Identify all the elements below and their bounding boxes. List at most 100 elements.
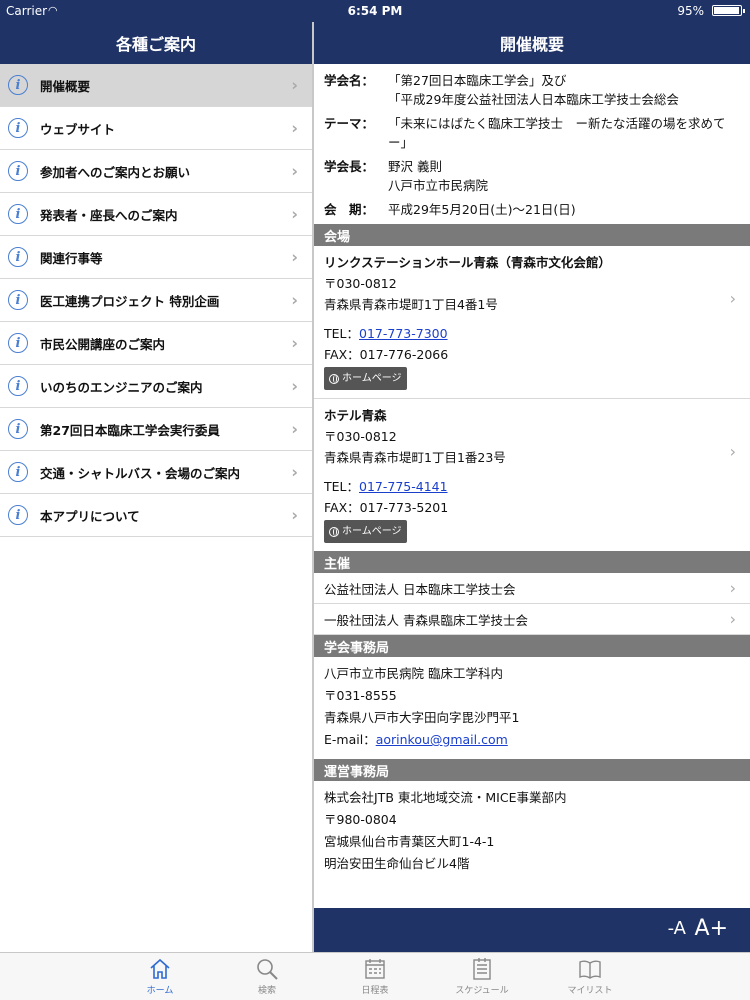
period-row: 会 期： 平成29年5月20日(土)〜21日(日): [324, 200, 740, 219]
society-line-1: 「第27回日本臨床工学会」及び: [388, 73, 567, 88]
venue-item[interactable]: リンクステーションホール青森（青森市文化会館） 〒030-0812 青森県青森市堤町…: [314, 246, 750, 398]
theme-row: テーマ： 「未来にはばたく臨床工学技士 ー新たな活躍の場を求めてー」: [324, 114, 740, 152]
venue-zip: 〒030-0812: [324, 429, 397, 444]
tab-search[interactable]: 検索: [227, 957, 307, 996]
venue-list: リンクステーションホール青森（青森市文化会館） 〒030-0812 青森県青森市堤町…: [314, 246, 750, 551]
homepage-button[interactable]: ホームページ: [324, 520, 407, 543]
host-section-header: 主催: [314, 551, 750, 573]
menu-list: i 開催概要 › i ウェブサイト › i 参加者へのご案内とお願い › i 発表者・座長へのご案内…: [0, 64, 312, 537]
search-icon: [257, 959, 278, 980]
menu-item[interactable]: i 第27回日本臨床工学会実行委員 ›: [0, 408, 312, 451]
info-icon: i: [8, 75, 28, 95]
venue-name: リンクステーションホール青森（青森市文化会館）: [324, 255, 611, 270]
book-icon: [579, 960, 601, 979]
society-label: 学会名：: [324, 73, 375, 88]
chevron-right-icon: ›: [291, 204, 298, 224]
globe-icon: [329, 526, 339, 537]
chevron-right-icon: ›: [291, 161, 298, 181]
info-icon: i: [8, 204, 28, 224]
font-increase-button[interactable]: A+: [695, 916, 728, 941]
menu-item[interactable]: i 本アプリについて ›: [0, 494, 312, 537]
society-row: 学会名： 「第27回日本臨床工学会」及び 「平成29年度公益社団法人日本臨床工学…: [324, 71, 740, 109]
font-size-bar: -A A+: [314, 908, 750, 952]
menu-item[interactable]: i いのちのエンジニアのご案内 ›: [0, 365, 312, 408]
schedule-icon: [473, 958, 491, 980]
menu-item-label: ウェブサイト: [40, 121, 116, 137]
tab-mylist[interactable]: マイリスト: [550, 957, 630, 996]
calendar-icon: [365, 959, 385, 979]
president-label: 学会長：: [324, 159, 375, 174]
menu-item[interactable]: i 医工連携プロジェクト 特別企画 ›: [0, 279, 312, 322]
ops-line-4: 明治安田生命仙台ビル4階: [324, 856, 470, 871]
chevron-right-icon: ›: [291, 333, 298, 353]
venue-name: ホテル青森: [324, 408, 387, 423]
tab-schedule[interactable]: スケジュール: [442, 957, 522, 996]
venue-item[interactable]: ホテル青森 〒030-0812 青森県青森市堤町1丁目1番23号 TEL：017-77…: [314, 398, 750, 551]
office-line-2: 〒031-8555: [324, 688, 397, 703]
ops-line-1: 株式会社JTB 東北地域交流・MICE事業部内: [324, 790, 567, 805]
tab-timetable[interactable]: 日程表: [335, 957, 415, 996]
font-decrease-button[interactable]: -A: [668, 918, 686, 939]
info-icon: i: [8, 290, 28, 310]
venue-address: 青森県青森市堤町1丁目1番23号: [324, 450, 506, 465]
tab-search-label: 検索: [257, 986, 276, 996]
venue-address: 青森県青森市堤町1丁目4番1号: [324, 297, 498, 312]
menu-item-label: 医工連携プロジェクト 特別企画: [40, 293, 220, 309]
tab-timetable-label: 日程表: [361, 986, 389, 996]
battery-icon: [712, 5, 745, 16]
venue-fax: FAX：017-776-2066: [324, 347, 449, 362]
chevron-right-icon: ›: [291, 247, 298, 267]
battery-percent: 95%: [677, 4, 704, 18]
tab-schedule-label: スケジュール: [455, 986, 509, 996]
menu-item-label: 交通・シャトルバス・会場のご案内: [40, 465, 241, 481]
home-icon: [150, 958, 170, 979]
info-icon: i: [8, 118, 28, 138]
detail-title: 開催概要: [314, 22, 750, 64]
menu-item[interactable]: i 発表者・座長へのご案内 ›: [0, 193, 312, 236]
homepage-button[interactable]: ホームページ: [324, 367, 407, 390]
menu-item-label: いのちのエンジニアのご案内: [40, 379, 203, 395]
tab-home[interactable]: ホーム: [120, 957, 200, 996]
venue-section-header: 会場: [314, 224, 750, 246]
venue-fax: FAX：017-773-5201: [324, 500, 449, 515]
host-item[interactable]: 一般社団法人 青森県臨床工学技士会 ›: [314, 604, 750, 635]
chevron-right-icon: ›: [291, 118, 298, 138]
menu-item-label: 関連行事等: [40, 250, 103, 266]
menu-item[interactable]: i 開催概要 ›: [0, 64, 312, 107]
chevron-right-icon: ›: [729, 609, 736, 629]
theme-label: テーマ：: [324, 116, 375, 131]
homepage-label: ホームページ: [342, 373, 402, 384]
chevron-right-icon: ›: [729, 289, 736, 308]
info-icon: i: [8, 333, 28, 353]
tel-link[interactable]: 017-773-7300: [359, 326, 448, 341]
chevron-right-icon: ›: [291, 462, 298, 482]
office-info: 八戸市立市民病院 臨床工学科内 〒031-8555 青森県八戸市大字田向字毘沙門…: [314, 657, 750, 759]
host-item[interactable]: 公益社団法人 日本臨床工学技士会 ›: [314, 573, 750, 604]
chevron-right-icon: ›: [729, 578, 736, 598]
venue-zip: 〒030-0812: [324, 276, 397, 291]
menu-item-label: 発表者・座長へのご案内: [40, 207, 178, 223]
menu-item[interactable]: i 関連行事等 ›: [0, 236, 312, 279]
overview-block: 学会名： 「第27回日本臨床工学会」及び 「平成29年度公益社団法人日本臨床工学…: [314, 64, 750, 219]
info-icon: i: [8, 161, 28, 181]
homepage-label: ホームページ: [342, 526, 402, 537]
tel-label: TEL：: [324, 326, 359, 341]
menu-item[interactable]: i 参加者へのご案内とお願い ›: [0, 150, 312, 193]
email-link[interactable]: aorinkou@gmail.com: [376, 732, 508, 747]
period-value: 平成29年5月20日(土)〜21日(日): [388, 202, 576, 217]
email-label: E-mail：: [324, 732, 376, 747]
tab-mylist-label: マイリスト: [567, 986, 613, 996]
chevron-right-icon: ›: [729, 442, 736, 461]
chevron-right-icon: ›: [291, 419, 298, 439]
tab-bar: ホーム 検索 日程表 スケジュール マイリスト: [0, 952, 750, 1000]
tel-link[interactable]: 017-775-4141: [359, 479, 448, 494]
info-icon: i: [8, 376, 28, 396]
info-icon: i: [8, 505, 28, 525]
globe-icon: [329, 373, 339, 384]
menu-item[interactable]: i ウェブサイト ›: [0, 107, 312, 150]
chevron-right-icon: ›: [291, 505, 298, 525]
menu-item-label: 本アプリについて: [40, 508, 140, 524]
menu-item[interactable]: i 市民公開講座のご案内 ›: [0, 322, 312, 365]
menu-item[interactable]: i 交通・シャトルバス・会場のご案内 ›: [0, 451, 312, 494]
theme-value: 「未来にはばたく臨床工学技士 ー新たな活躍の場を求めてー」: [388, 116, 726, 150]
